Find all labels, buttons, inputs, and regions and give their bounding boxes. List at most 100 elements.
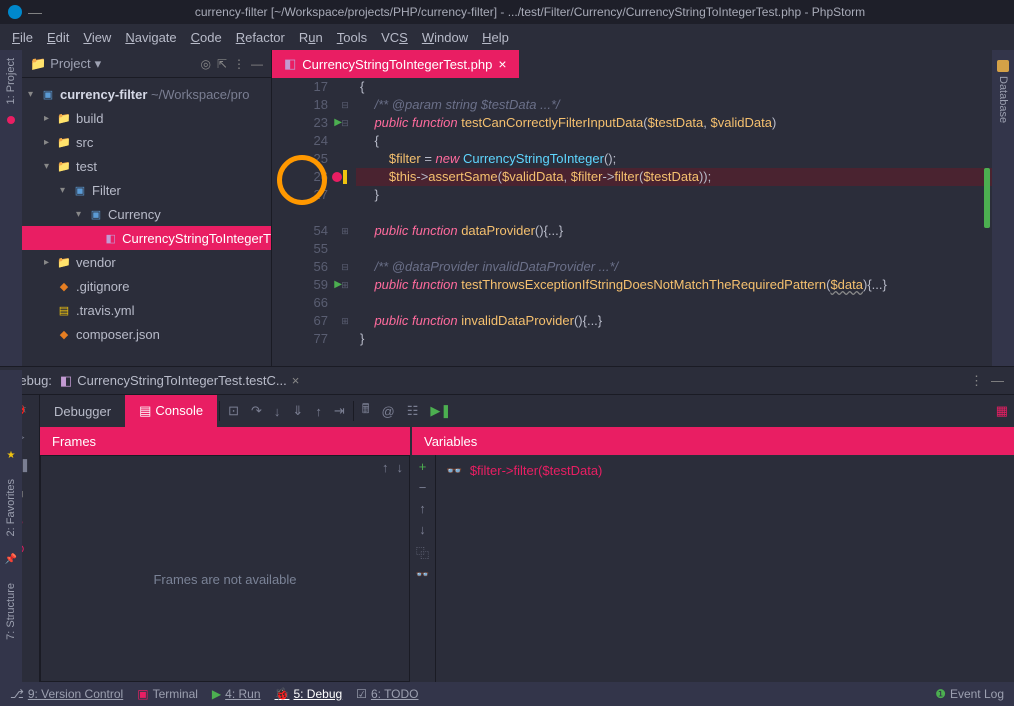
editor-tab-active[interactable]: ◧ CurrencyStringToIntegerTest.php × <box>272 50 519 78</box>
menu-code[interactable]: Code <box>185 27 228 48</box>
project-header: 📁 Project ▾ ◎ ⇱ ⋮ — <box>22 50 271 78</box>
menu-navigate[interactable]: Navigate <box>119 27 182 48</box>
watch-toolbar: + − ↑ ↓ ⿻ 👓 <box>410 455 436 682</box>
right-tool-stripe: Database <box>992 50 1014 366</box>
sidebar-tab-project[interactable]: 1: Project <box>5 58 17 104</box>
debug-hide-icon[interactable]: — <box>991 373 1004 388</box>
run-gutter-icon-2[interactable]: ▶ <box>334 276 342 294</box>
sidebar-tab-database[interactable]: Database <box>997 76 1009 123</box>
debug-header: Debug: ◧ CurrencyStringToIntegerTest.tes… <box>0 367 1014 395</box>
frames-header: Frames <box>40 427 410 455</box>
status-bar: ⎇ 9: Version Control ▣ Terminal ▶ 4: Run… <box>0 682 1014 706</box>
status-vcs[interactable]: ⎇ 9: Version Control <box>10 687 123 701</box>
menu-window[interactable]: Window <box>416 27 474 48</box>
tree-testfile[interactable]: ◧CurrencyStringToIntegerT <box>22 226 271 250</box>
settings-icon[interactable]: ⋮ <box>233 57 245 71</box>
force-step-icon[interactable]: ⇓ <box>286 403 309 419</box>
sidebar-tab-favorites[interactable]: 2: Favorites <box>5 479 17 536</box>
menu-vcs[interactable]: VCS <box>375 27 414 48</box>
tree-vendor[interactable]: ▸📁vendor <box>22 250 271 274</box>
list-icon[interactable]: ☷ <box>401 403 425 419</box>
variables-header: Variables <box>412 427 1014 455</box>
scroll-indicator[interactable] <box>984 168 990 228</box>
project-tool-window: 📁 Project ▾ ◎ ⇱ ⋮ — ▾▣ currency-filter ~… <box>22 50 272 366</box>
run-to-cursor-icon[interactable]: ⇥ <box>328 403 351 419</box>
collapse-icon[interactable]: ⇱ <box>217 57 227 71</box>
status-run[interactable]: ▶ 4: Run <box>212 687 261 701</box>
editor-tabs: ◧ CurrencyStringToIntegerTest.php × <box>272 50 992 78</box>
evaluate-icon[interactable]: 🖩 <box>356 400 376 422</box>
left-tool-stripe-lower: ★ 2: Favorites 📌 7: Structure <box>0 370 22 682</box>
menu-help[interactable]: Help <box>476 27 515 48</box>
remove-watch-icon[interactable]: − <box>419 480 427 495</box>
watch-expression[interactable]: 👓 $filter->filter($testData) <box>446 463 1004 479</box>
sidebar-tab-structure[interactable]: 7: Structure <box>5 583 17 640</box>
database-icon[interactable] <box>997 60 1009 72</box>
copy-watch-icon[interactable]: ⿻ <box>416 543 429 562</box>
menu-run[interactable]: Run <box>293 27 329 48</box>
show-exec-icon[interactable]: ⊡ <box>222 403 245 419</box>
menu-view[interactable]: View <box>77 27 117 48</box>
step-into-icon[interactable]: ↓ <box>268 404 287 419</box>
pin-icon: 📌 <box>5 554 17 565</box>
menu-tools[interactable]: Tools <box>331 27 373 48</box>
tree-src[interactable]: ▸📁src <box>22 130 271 154</box>
show-watches-icon[interactable]: 👓 <box>416 568 430 581</box>
left-tool-stripe: 1: Project <box>0 50 22 366</box>
tab-label: CurrencyStringToIntegerTest.php <box>302 57 492 72</box>
frame-up-icon[interactable]: ↑ <box>382 460 389 475</box>
tree-test[interactable]: ▾📁test <box>22 154 271 178</box>
step-out-icon[interactable]: ↑ <box>309 404 328 419</box>
menu-refactor[interactable]: Refactor <box>230 27 291 48</box>
tree-travis[interactable]: ▤.travis.yml <box>22 298 271 322</box>
layout-icon[interactable]: ▦ <box>990 403 1014 419</box>
main-menu: File Edit View Navigate Code Refactor Ru… <box>0 24 1014 50</box>
frames-panel: ↑ ↓ Frames are not available <box>40 455 410 682</box>
tree-currency[interactable]: ▾▣Currency <box>22 202 271 226</box>
menu-edit[interactable]: Edit <box>41 27 75 48</box>
line-gutter[interactable]: 17 18 23▶ 24 25 26 27 54 55 56 59▶ 66 67… <box>272 78 334 366</box>
code-editor[interactable]: 17 18 23▶ 24 25 26 27 54 55 56 59▶ 66 67… <box>272 78 992 366</box>
variables-panel[interactable]: 👓 $filter->filter($testData) <box>436 455 1014 682</box>
debug-tool-window: Debug: ◧ CurrencyStringToIntegerTest.tes… <box>0 366 1014 682</box>
frames-empty-label: Frames are not available <box>41 478 409 681</box>
debug-tab-close-icon[interactable]: × <box>292 373 300 388</box>
window-minimize-icon[interactable]: — <box>28 4 42 20</box>
editor-area: ◧ CurrencyStringToIntegerTest.php × 17 1… <box>272 50 992 366</box>
watch-up-icon[interactable]: ↑ <box>419 501 426 516</box>
status-todo[interactable]: ☑ 6: TODO <box>356 687 418 701</box>
project-view-selector[interactable]: 📁 Project ▾ <box>30 56 101 72</box>
frame-down-icon[interactable]: ↓ <box>397 460 404 475</box>
watch-down-icon[interactable]: ↓ <box>419 522 426 537</box>
tree-gitignore[interactable]: ◆.gitignore <box>22 274 271 298</box>
project-indicator-icon <box>7 116 15 124</box>
tab-close-icon[interactable]: × <box>498 56 506 72</box>
code-content[interactable]: { /** @param string $testData ...*/ publ… <box>356 78 992 366</box>
run-gutter-icon[interactable]: ▶ <box>334 114 342 132</box>
menu-file[interactable]: File <box>6 27 39 48</box>
hide-icon[interactable]: — <box>251 57 263 71</box>
project-tree[interactable]: ▾▣ currency-filter ~/Workspace/pro ▸📁bui… <box>22 78 271 350</box>
debugger-tab[interactable]: Debugger <box>40 396 125 427</box>
status-debug[interactable]: 🐞 5: Debug <box>275 687 343 701</box>
glasses-icon: 👓 <box>446 463 462 478</box>
star-icon: ★ <box>7 450 16 461</box>
locate-icon[interactable]: ◎ <box>200 57 210 71</box>
debug-inner-tabs: Debugger ▤Console ⊡ ↷ ↓ ⇓ ↑ ⇥ 🖩 @ ☷ ▶❚ ▦ <box>40 395 1014 427</box>
window-titlebar: — currency-filter [~/Workspace/projects/… <box>0 0 1014 24</box>
add-watch-icon[interactable]: + <box>419 459 427 474</box>
console-tab[interactable]: ▤Console <box>125 395 217 427</box>
status-terminal[interactable]: ▣ Terminal <box>137 687 198 701</box>
debug-settings-icon[interactable]: ⋮ <box>970 373 983 389</box>
step-over-icon[interactable]: ↷ <box>245 403 268 419</box>
window-close-icon[interactable] <box>8 5 22 19</box>
tree-root[interactable]: ▾▣ currency-filter ~/Workspace/pro <box>22 82 271 106</box>
breakpoint-icon[interactable] <box>332 172 342 182</box>
tree-build[interactable]: ▸📁build <box>22 106 271 130</box>
status-eventlog[interactable]: ❶ Event Log <box>935 687 1004 701</box>
debug-session-tab[interactable]: ◧ CurrencyStringToIntegerTest.testC... × <box>52 373 307 389</box>
tree-composer[interactable]: ◆composer.json <box>22 322 271 346</box>
tree-filter[interactable]: ▾▣Filter <box>22 178 271 202</box>
play-pause-icon[interactable]: ▶❚ <box>424 403 457 419</box>
at-icon[interactable]: @ <box>376 404 401 419</box>
